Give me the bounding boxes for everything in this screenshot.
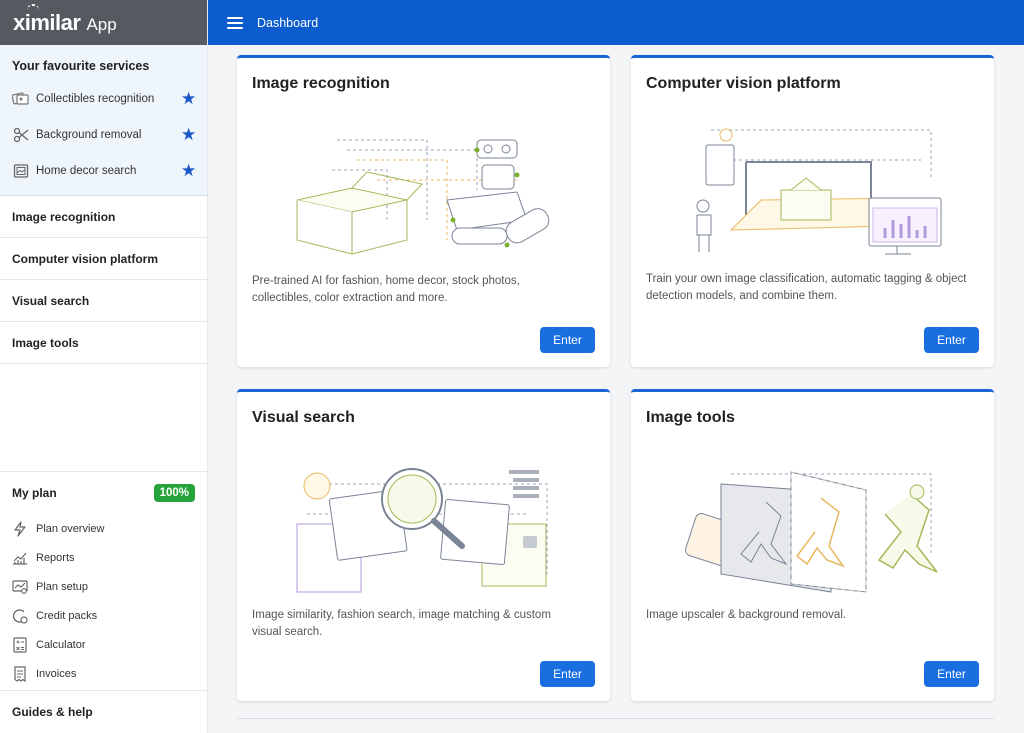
enter-button[interactable]: Enter: [924, 661, 979, 687]
plan-item-invoices[interactable]: Invoices: [0, 659, 207, 688]
calculator-icon: [12, 636, 28, 653]
visual-search-illustration: [277, 454, 577, 594]
my-plan-title: My plan: [12, 486, 57, 500]
star-icon[interactable]: ★: [181, 89, 199, 109]
nav-image-recognition[interactable]: Image recognition: [0, 196, 207, 238]
card-image-recognition: Image recognition Pre-trained AI for fas…: [237, 55, 610, 367]
plan-item-label: Credit packs: [36, 609, 98, 622]
card-title: Image tools: [646, 409, 735, 426]
card-description: Image similarity, fashion search, image …: [252, 609, 551, 638]
card-visual-search: Visual search Image similarity, fashion …: [237, 389, 610, 701]
plan-usage-badge: 100%: [153, 484, 195, 502]
sidebar: ximilar App Your favourite services Coll…: [0, 0, 208, 733]
star-icon[interactable]: ★: [181, 125, 199, 145]
fav-item-label: Home decor search: [36, 165, 137, 177]
nav-computer-vision-platform[interactable]: Computer vision platform: [0, 238, 207, 280]
card-title: Image recognition: [252, 75, 390, 92]
brand-app-label: App: [86, 14, 117, 34]
bolt-icon: [12, 520, 28, 537]
card-computer-vision-platform: Computer vision platform Train your own …: [631, 55, 994, 367]
plan-item-setup[interactable]: Plan setup: [0, 572, 207, 601]
plan-item-overview[interactable]: Plan overview: [0, 514, 207, 543]
plan-item-label: Reports: [36, 551, 75, 564]
scissors-icon: [12, 126, 30, 144]
card-description: Pre-trained AI for fashion, home decor, …: [252, 275, 520, 304]
credit-icon: [12, 608, 28, 624]
favourite-services: Your favourite services Collectibles rec…: [0, 45, 207, 196]
card-title: Visual search: [252, 409, 355, 426]
my-plan-header[interactable]: My plan 100%: [0, 472, 207, 514]
plan-item-reports[interactable]: Reports: [0, 543, 207, 572]
plan-item-label: Invoices: [36, 667, 77, 680]
enter-button[interactable]: Enter: [924, 327, 979, 353]
brand-header[interactable]: ximilar App: [0, 0, 207, 45]
card-title: Computer vision platform: [646, 75, 841, 92]
card-description: Train your own image classification, aut…: [646, 273, 967, 302]
top-bar: Dashboard: [208, 0, 1024, 45]
breadcrumb-dashboard[interactable]: Dashboard: [257, 16, 318, 30]
fav-item-background-removal[interactable]: Background removal ★: [0, 117, 207, 153]
card-description: Image upscaler & background removal.: [646, 609, 847, 621]
ximilar-logo: ximilar: [13, 3, 81, 36]
nav-visual-search[interactable]: Visual search: [0, 280, 207, 322]
plan-item-label: Plan setup: [36, 580, 88, 593]
nav-image-tools[interactable]: Image tools: [0, 322, 207, 364]
hamburger-menu-icon[interactable]: [227, 16, 243, 29]
enter-button[interactable]: Enter: [540, 661, 595, 687]
robot-box-illustration: [277, 120, 577, 260]
plan-item-calculator[interactable]: Calculator: [0, 630, 207, 659]
star-icon[interactable]: ★: [181, 161, 199, 181]
plan-setup-icon: [12, 579, 28, 595]
card-image-tools: Image tools Image upscaler & background …: [631, 389, 994, 701]
content-divider: [237, 718, 994, 719]
chart-icon: [12, 550, 28, 566]
enter-button[interactable]: Enter: [540, 327, 595, 353]
fav-item-home-decor-search[interactable]: Home decor search ★: [0, 153, 207, 189]
my-plan-section: My plan 100% Plan overview Reports Plan …: [0, 471, 207, 688]
plan-item-label: Plan overview: [36, 522, 105, 535]
cv-platform-illustration: [671, 120, 971, 260]
fav-item-label: Collectibles recognition: [36, 93, 155, 105]
guides-and-help[interactable]: Guides & help: [0, 690, 207, 733]
picture-frame-icon: [12, 162, 30, 180]
invoice-icon: [12, 665, 28, 682]
plan-item-credit-packs[interactable]: Credit packs: [0, 601, 207, 630]
cards-icon: [12, 90, 30, 108]
fav-item-collectibles-recognition[interactable]: Collectibles recognition ★: [0, 81, 207, 117]
image-tools-illustration: [671, 454, 971, 594]
plan-item-label: Calculator: [36, 638, 86, 651]
fav-item-label: Background removal: [36, 129, 142, 141]
favourites-title: Your favourite services: [12, 59, 150, 73]
